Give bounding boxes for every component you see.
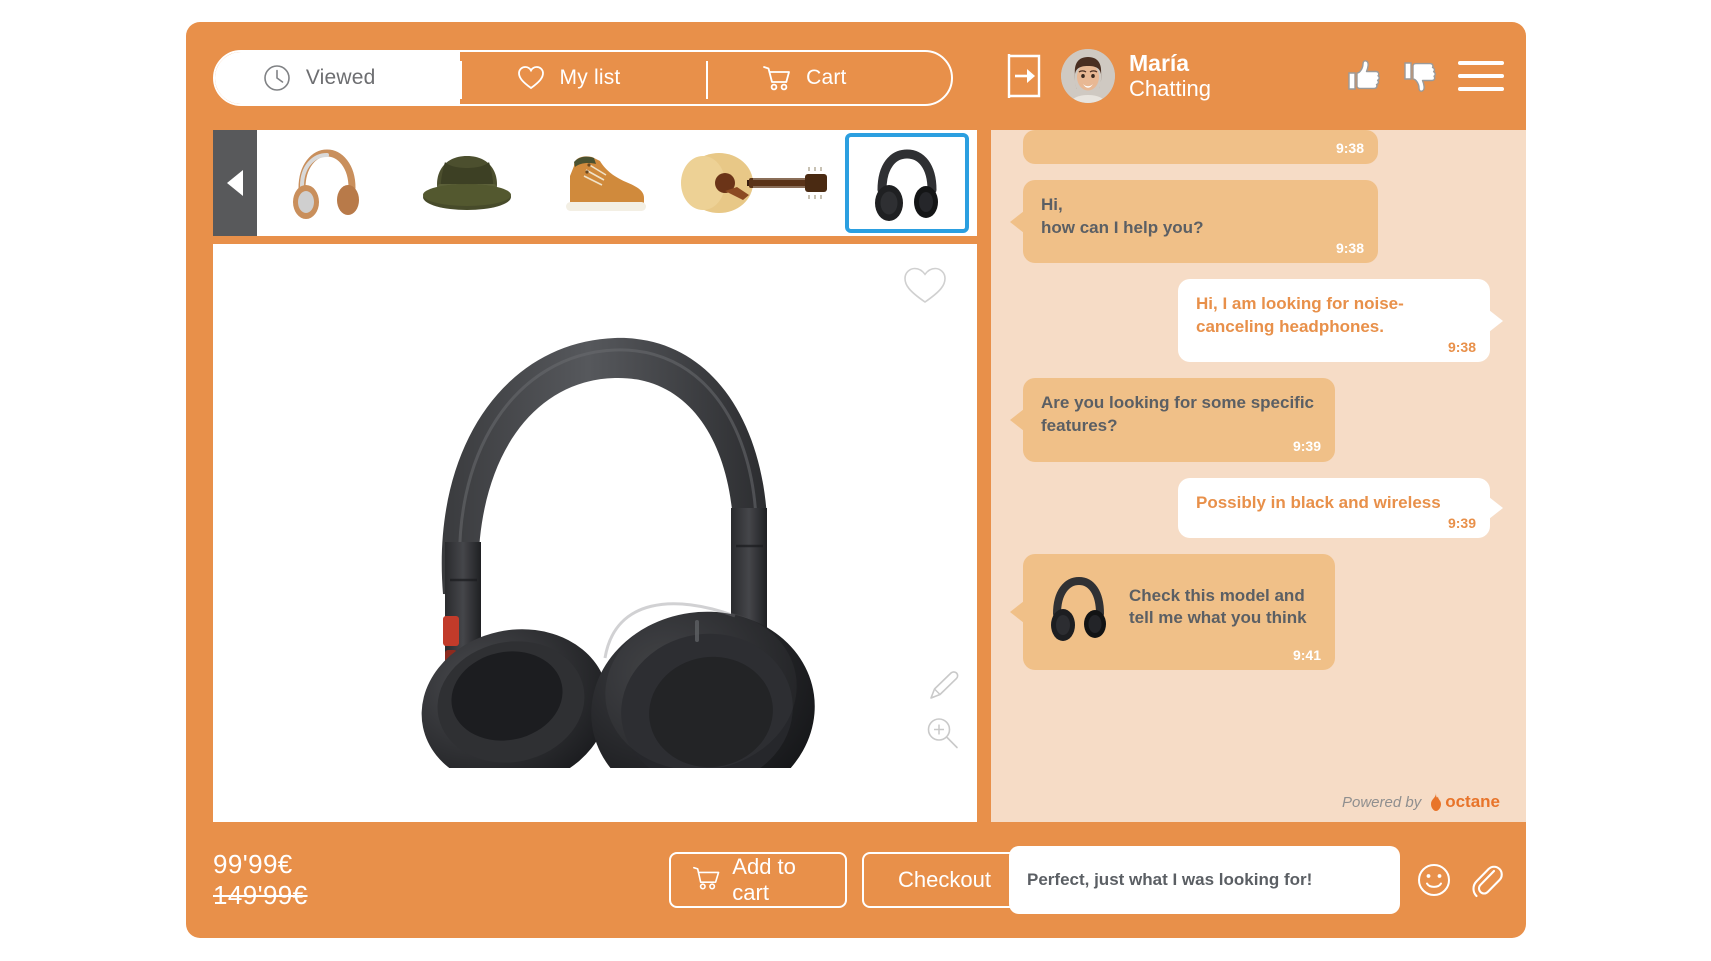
chat-text: Possibly in black and wireless [1196, 492, 1441, 512]
thumbs-up-icon[interactable] [1346, 57, 1384, 95]
top-bar: Viewed My list Cart María Chatting [186, 22, 1526, 130]
chat-time: 9:38 [1335, 140, 1364, 157]
tab-cart-label: Cart [806, 66, 847, 89]
chat-message: Hi, how can I help you? 9:38 [1009, 180, 1504, 264]
message-input-value: Perfect, just what I was looking for! [1027, 870, 1313, 889]
cart-icon [693, 866, 720, 894]
catalog-panel: 99'99€ 149'99€ Add to cart Checkout [186, 130, 1027, 938]
chevron-left-icon[interactable] [213, 130, 257, 236]
chat-text: Hi, I am looking for noise-canceling hea… [1196, 294, 1404, 336]
cart-icon [762, 63, 792, 93]
current-price: 99'99€ [213, 849, 293, 880]
powered-by: Powered by octane [1342, 792, 1500, 812]
chat-time: 9:39 [1447, 514, 1476, 531]
chat-time: 9:39 [1292, 438, 1321, 455]
chat-header: María Chatting [991, 22, 1526, 130]
smiley-icon[interactable] [1416, 862, 1452, 898]
product-footer: 99'99€ 149'99€ Add to cart Checkout [213, 822, 1027, 938]
chat-time: 9:38 [1335, 239, 1364, 256]
tab-viewed[interactable]: Viewed [215, 52, 461, 104]
carousel-items [257, 130, 977, 236]
agent-identity: María Chatting [1129, 49, 1211, 101]
chat-bubble: Possibly in black and wireless 9:39 [1178, 477, 1503, 539]
heart-icon [516, 63, 546, 93]
flame-icon [1429, 793, 1443, 811]
chat-time: 9:41 [1292, 646, 1321, 663]
chat-bubble: Check this model and tell me what you th… [1010, 554, 1335, 671]
chat-bubble: Hi, how can I help you? 9:38 [1010, 180, 1378, 264]
pencil-icon[interactable] [925, 670, 959, 704]
carousel-item-headphones-black[interactable] [837, 130, 977, 236]
add-to-cart-button[interactable]: Add to cart [669, 852, 847, 908]
tab-my-list[interactable]: My list [460, 52, 705, 104]
chat-message: Hi, I am looking for noise-canceling hea… [1009, 279, 1504, 363]
product-image-panel [213, 244, 977, 822]
checkout-label: Checkout [898, 867, 991, 892]
header-actions [1346, 57, 1504, 95]
heart-outline-icon[interactable] [903, 264, 947, 306]
message-input[interactable]: Perfect, just what I was looking for! [1009, 846, 1400, 914]
hamburger-menu-icon[interactable] [1458, 61, 1504, 91]
buy-actions: Add to cart Checkout [669, 852, 1027, 908]
chat-time: 9:38 [1447, 338, 1476, 355]
chat-text: Are you looking for some specific featur… [1041, 393, 1315, 436]
chat-text: Hi, how can I help you? [1041, 195, 1204, 237]
paperclip-icon[interactable] [1468, 862, 1504, 898]
chat-commerce-widget: Viewed My list Cart María Chatting 99'99… [186, 22, 1526, 938]
product-carousel [213, 130, 977, 236]
message-composer: Perfect, just what I was looking for! [991, 822, 1526, 938]
agent-status: Chatting [1129, 75, 1211, 101]
tab-my-list-label: My list [559, 66, 621, 89]
chat-message: Check this model and tell me what you th… [1009, 554, 1504, 671]
chat-bubble: Hi, I am looking for noise-canceling hea… [1178, 279, 1503, 363]
price-block: 99'99€ 149'99€ [213, 849, 308, 910]
add-to-cart-label: Add to cart [732, 854, 796, 905]
chat-panel: 9:38 Hi, how can I help you? 9:38 Hi, I … [991, 130, 1526, 938]
carousel-item-acoustic-guitar[interactable] [677, 130, 837, 236]
tab-viewed-label: Viewed [305, 66, 376, 89]
original-price: 149'99€ [213, 880, 308, 910]
catalog-tabs: Viewed My list Cart [213, 50, 953, 106]
chat-bubble: Are you looking for some specific featur… [1010, 378, 1335, 462]
exit-arrow-icon[interactable] [1005, 52, 1047, 100]
checkout-button[interactable]: Checkout [862, 852, 1027, 908]
chat-messages[interactable]: 9:38 Hi, how can I help you? 9:38 Hi, I … [991, 130, 1526, 822]
avatar [1061, 49, 1115, 103]
tab-cart[interactable]: Cart [705, 52, 951, 104]
octane-brand: octane [1429, 792, 1500, 812]
magnifier-plus-icon[interactable] [925, 716, 959, 750]
product-hero-image [315, 298, 875, 809]
octane-label: octane [1445, 792, 1500, 811]
thumbs-down-icon[interactable] [1402, 57, 1440, 95]
agent-name: María [1129, 49, 1190, 76]
carousel-item-chukka-boot[interactable] [537, 130, 677, 236]
widget-body: 99'99€ 149'99€ Add to cart Checkout 9:38… [186, 130, 1526, 938]
chat-text: Check this model and tell me what you th… [1129, 585, 1307, 628]
carousel-item-headphones-tan[interactable] [257, 130, 397, 236]
chat-message: Possibly in black and wireless 9:39 [1009, 477, 1504, 539]
chat-bubble: 9:38 [1023, 130, 1378, 164]
carousel-item-fedora-hat[interactable] [397, 130, 537, 236]
headphones-black-thumb-icon [1041, 568, 1113, 646]
chat-message: 9:38 [1009, 130, 1504, 164]
powered-by-label: Powered by [1341, 793, 1422, 811]
chat-message: Are you looking for some specific featur… [1009, 378, 1504, 462]
clock-icon [262, 63, 292, 93]
